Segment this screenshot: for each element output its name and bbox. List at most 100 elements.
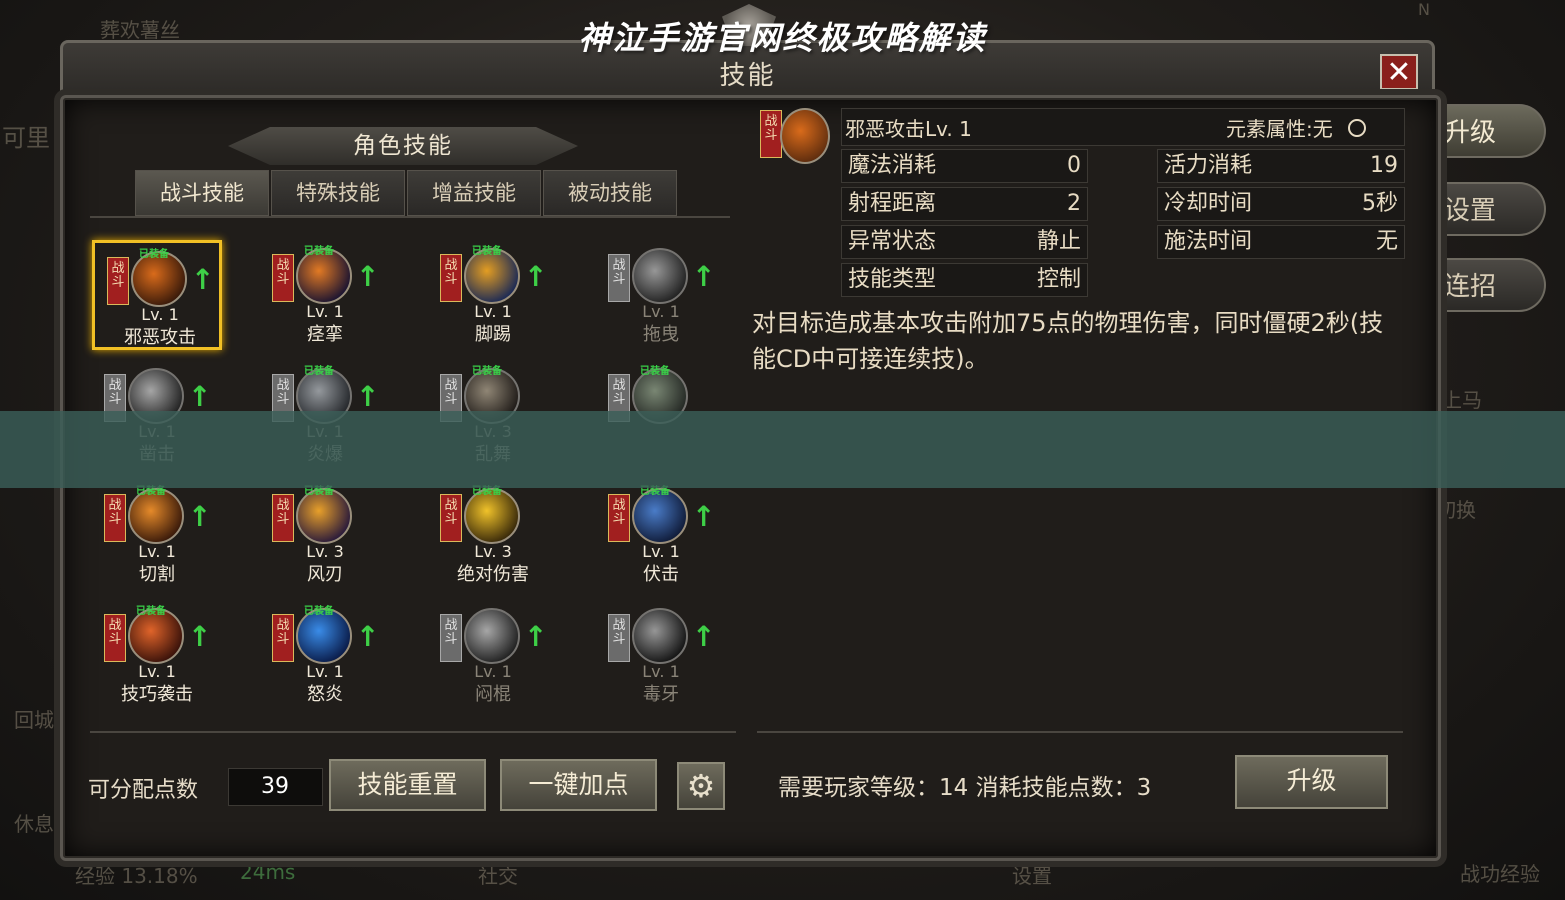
skill-level: Lv. 1 (474, 662, 512, 681)
combat-flag-icon: 战斗 (272, 494, 294, 542)
skill-name: 绝对伤害 (457, 564, 529, 585)
gear-icon[interactable]: ⚙ (677, 762, 725, 810)
skill-level: Lv. 1 (642, 302, 680, 321)
skill-level: Lv. 3 (306, 542, 344, 561)
element-attribute: 元素属性:无 (1226, 117, 1333, 141)
equipped-tag: 已装备 (136, 606, 166, 617)
skill-name: 切割 (139, 564, 175, 585)
skill-slot[interactable]: 战斗 已装备 ↑ Lv. 1 脚踢 (428, 240, 558, 350)
combat-flag-icon: 战斗 (104, 614, 126, 662)
overlay-banner (0, 411, 1565, 488)
combat-flag-icon: 战斗 (104, 494, 126, 542)
skill-icon (632, 248, 688, 304)
skill-icon (464, 608, 520, 664)
skill-level: Lv. 1 (306, 662, 344, 681)
upgrade-arrow-icon: ↑ (188, 500, 212, 533)
skill-slot[interactable]: 战斗 已装备 ↑ Lv. 1 邪恶攻击 (92, 240, 222, 350)
skill-name: 怒炎 (307, 684, 343, 705)
skill-slot[interactable]: 战斗 ↑ Lv. 1 拖曳 (596, 240, 726, 350)
stat-label: 活力消耗 (1164, 153, 1253, 178)
combat-flag-icon: 战斗 (608, 254, 630, 302)
upgrade-requirement: 需要玩家等级：14 消耗技能点数：3 (778, 775, 1152, 801)
upgrade-arrow-icon: ↑ (524, 620, 548, 653)
upgrade-arrow-icon: ↑ (692, 620, 716, 653)
overlay-title: 神泣手游官网终极攻略解读 (578, 19, 987, 57)
bg-merit[interactable]: 战功经验 (1460, 858, 1540, 887)
bg-mount[interactable]: 上马 (1442, 384, 1482, 413)
upgrade-arrow-icon: ↑ (188, 380, 212, 413)
stat-row: 技能类型 控制 (841, 263, 1088, 297)
bg-fragment: 可里 (2, 124, 50, 152)
bg-social[interactable]: 社交 (478, 860, 518, 889)
bg-return-town[interactable]: 回城 (14, 704, 54, 733)
upgrade-arrow-icon: ↑ (356, 260, 380, 293)
combat-flag-icon: 战斗 (272, 614, 294, 662)
upgrade-button[interactable]: 升级 (1235, 755, 1388, 809)
skill-name: 毒牙 (643, 684, 679, 705)
skill-slot[interactable]: 战斗 已装备 ↑ Lv. 1 技巧袭击 (92, 600, 222, 710)
side-settings-button[interactable]: 设置 (1436, 182, 1546, 236)
skill-slot[interactable]: 战斗 已装备 Lv. 3 风刃 (260, 480, 390, 590)
equipped-tag: 已装备 (472, 246, 502, 257)
skill-name: 风刃 (307, 564, 343, 585)
stat-label: 技能类型 (848, 267, 937, 292)
equipped-tag: 已装备 (304, 246, 334, 257)
stat-label: 施法时间 (1164, 229, 1253, 254)
combat-flag-icon: 战斗 (608, 614, 630, 662)
bg-ping: 24ms (240, 860, 296, 884)
tab-buff[interactable]: 增益技能 (407, 170, 541, 216)
element-ring-icon (1348, 119, 1366, 137)
upgrade-arrow-icon: ↑ (692, 260, 716, 293)
skill-level: Lv. 1 (138, 542, 176, 561)
stat-value: 2 (1067, 191, 1081, 216)
stat-value: 0 (1067, 153, 1081, 178)
equipped-tag: 已装备 (304, 366, 334, 377)
skill-name: 痉挛 (307, 324, 343, 345)
skill-slot[interactable]: 战斗 已装备 ↑ Lv. 1 伏击 (596, 480, 726, 590)
upgrade-arrow-icon: ↑ (356, 620, 380, 653)
section-title: 角色技能 (228, 127, 578, 165)
stat-value: 5秒 (1362, 191, 1398, 216)
skill-name: 技巧袭击 (121, 684, 193, 705)
upgrade-arrow-icon: ↑ (524, 260, 548, 293)
skill-level: Lv. 1 (141, 305, 179, 324)
footer-divider-right (757, 731, 1403, 733)
skill-slot[interactable]: 战斗 已装备 Lv. 3 绝对伤害 (428, 480, 558, 590)
stat-value: 控制 (1036, 267, 1081, 292)
equipped-tag: 已装备 (139, 249, 169, 260)
skill-slot[interactable]: 战斗 ↑ Lv. 1 毒牙 (596, 600, 726, 710)
tab-special[interactable]: 特殊技能 (271, 170, 405, 216)
tab-combat[interactable]: 战斗技能 (135, 170, 269, 216)
stat-label: 冷却时间 (1164, 191, 1253, 216)
stat-row: 射程距离 2 (841, 187, 1088, 221)
stat-label: 异常状态 (848, 229, 937, 254)
tab-passive[interactable]: 被动技能 (543, 170, 677, 216)
equipped-tag: 已装备 (472, 366, 502, 377)
auto-assign-button[interactable]: 一键加点 (500, 759, 657, 811)
side-upgrade-button[interactable]: 升级 (1436, 104, 1546, 158)
bg-switch[interactable]: 切换 (1436, 494, 1476, 523)
skill-name: 闷棍 (475, 684, 511, 705)
bg-settings[interactable]: 设置 (1012, 860, 1052, 889)
skill-level: Lv. 1 (138, 662, 176, 681)
skill-slot[interactable]: 战斗 已装备 ↑ Lv. 1 切割 (92, 480, 222, 590)
skill-name: 脚踢 (475, 324, 511, 345)
skill-level: Lv. 1 (642, 662, 680, 681)
skill-name: 邪恶攻击 (124, 327, 196, 348)
stat-row: 异常状态 静止 (841, 225, 1088, 259)
combat-flag-icon: 战斗 (272, 254, 294, 302)
upgrade-arrow-icon: ↑ (188, 620, 212, 653)
combat-flag-icon: 战斗 (760, 110, 782, 158)
skill-slot[interactable]: 战斗 ↑ Lv. 1 闷棍 (428, 600, 558, 710)
stat-value: 无 (1375, 229, 1398, 254)
upgrade-arrow-icon: ↑ (692, 500, 716, 533)
reset-skills-button[interactable]: 技能重置 (329, 759, 486, 811)
skill-name: 拖曳 (643, 324, 679, 345)
skill-slot[interactable]: 战斗 已装备 ↑ Lv. 1 怒炎 (260, 600, 390, 710)
skill-slot[interactable]: 战斗 已装备 ↑ Lv. 1 痉挛 (260, 240, 390, 350)
skill-level: Lv. 1 (642, 542, 680, 561)
skill-header-row: 邪恶攻击Lv. 1 元素属性:无 (841, 108, 1405, 146)
upgrade-arrow-icon: ↑ (356, 380, 380, 413)
bg-rest[interactable]: 休息 (14, 808, 54, 837)
side-combo-button[interactable]: 连招 (1436, 258, 1546, 312)
